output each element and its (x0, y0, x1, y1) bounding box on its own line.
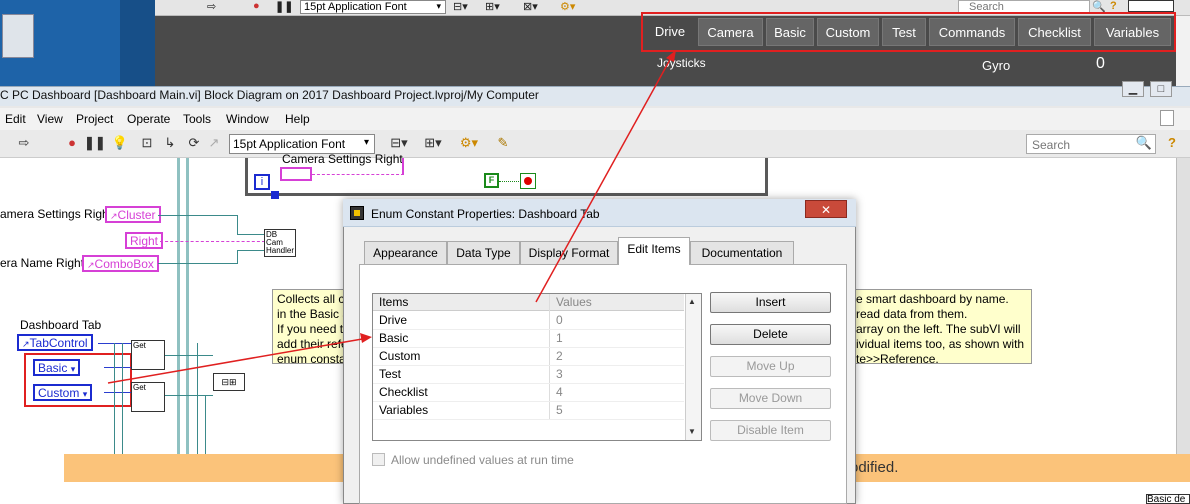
arrow-table-to-tabs (535, 55, 673, 303)
arrow-enum-to-table (107, 337, 369, 384)
annotation-arrows (107, 50, 676, 384)
arrow-head-icon (360, 333, 372, 343)
arrow-head-icon (666, 50, 676, 62)
